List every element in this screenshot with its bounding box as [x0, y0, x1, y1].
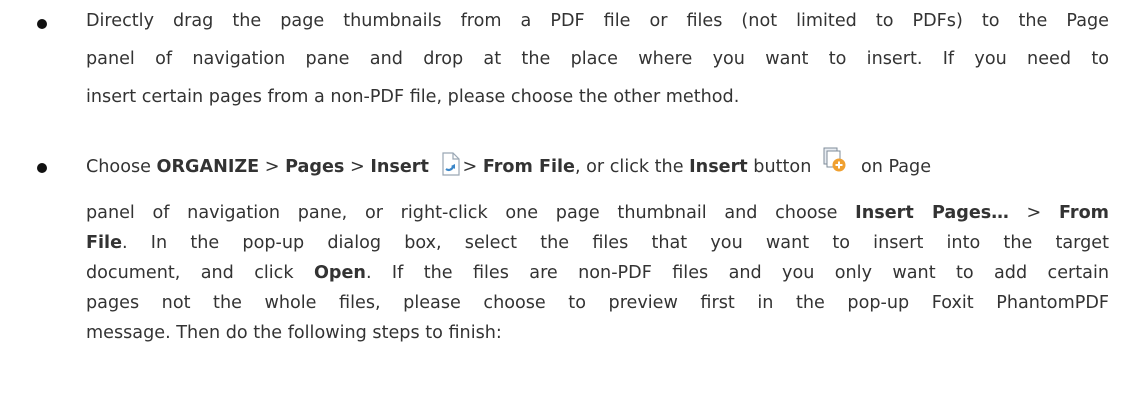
menu-from: From [1059, 203, 1109, 223]
paragraph-line: pages not the whole files, please choose… [86, 293, 1109, 313]
page-with-blue-arrow-icon [441, 152, 461, 176]
text: . In the pop-up dialog box, select the f… [122, 233, 1109, 253]
paragraph-line: Directly drag the page thumbnails from a… [86, 11, 1109, 31]
text: button [747, 157, 812, 177]
text: > [1008, 203, 1059, 223]
bullet-icon [37, 19, 47, 29]
menu-insert: Insert [370, 157, 429, 177]
insert-pages-button-icon [823, 147, 847, 173]
text: > [344, 157, 371, 177]
menu-pages: Pages [285, 157, 345, 177]
text: document, and click [86, 263, 314, 283]
open-button-name: Open [313, 263, 366, 283]
paragraph-line: Choose ORGANIZE > Pages > Insert > From … [86, 147, 1109, 180]
menu-from-file: From File [482, 157, 575, 177]
bullet-icon [37, 163, 47, 173]
menu-organize: ORGANIZE [156, 157, 260, 177]
menu-insert-pages: Insert Pages… [855, 203, 1009, 223]
paragraph-line: insert certain pages from a non-PDF file… [86, 87, 740, 107]
paragraph-line: panel of navigation pane, or right-click… [86, 202, 1109, 228]
text: on Page [860, 157, 932, 177]
paragraph-line: panel of navigation pane and drop at the… [86, 49, 1109, 69]
text: . If the files are non-PDF files and you… [365, 263, 1109, 283]
text: > [259, 157, 286, 177]
insert-button-name: Insert [689, 157, 748, 177]
text: , or click the [574, 157, 690, 177]
paragraph-line: message. Then do the following steps to … [86, 323, 502, 343]
text: > [462, 157, 483, 177]
paragraph-line: File. In the pop-up dialog box, select t… [86, 232, 1109, 258]
menu-file: File [86, 233, 123, 253]
text: panel of navigation pane, or right-click… [86, 203, 856, 223]
text: Choose [86, 157, 157, 177]
paragraph-line: document, and click Open. If the files a… [86, 262, 1109, 288]
